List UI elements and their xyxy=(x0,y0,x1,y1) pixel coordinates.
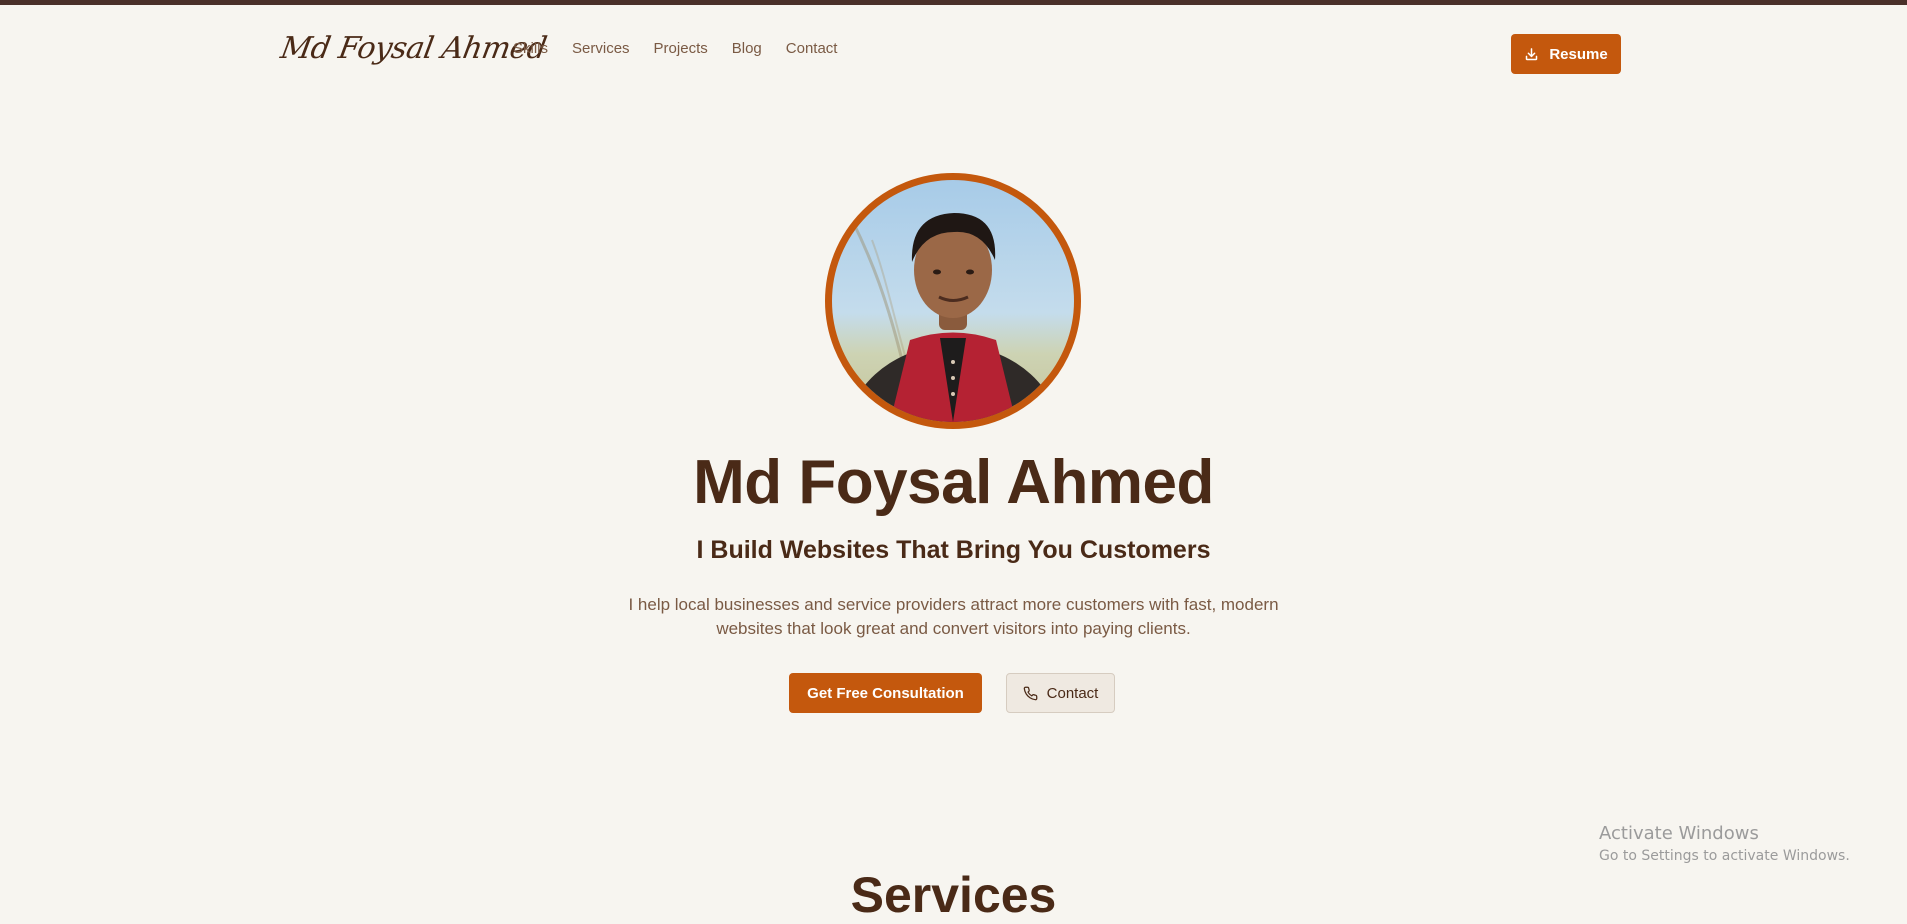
watermark-title: Activate Windows xyxy=(1599,823,1759,844)
nav-link-contact[interactable]: Contact xyxy=(786,40,838,57)
services-section-heading: Services xyxy=(850,867,1057,923)
nav-link-blog[interactable]: Blog xyxy=(732,40,762,57)
site-header: Md Foysal Ahmed Skills Services Projects… xyxy=(0,5,1907,93)
resume-button-label: Resume xyxy=(1549,45,1608,63)
contact-button[interactable]: Contact xyxy=(1006,673,1115,713)
hero-description: I help local businesses and service prov… xyxy=(628,595,1279,638)
nav-link-services[interactable]: Services xyxy=(572,40,630,57)
windows-activation-watermark: Activate Windows Go to Settings to activ… xyxy=(1599,823,1850,864)
phone-icon xyxy=(1023,686,1038,700)
hero-name: Md Foysal Ahmed xyxy=(693,448,1214,517)
resume-button[interactable]: Resume xyxy=(1511,34,1621,74)
site-logo[interactable]: Md Foysal Ahmed xyxy=(278,31,549,66)
contact-button-label: Contact xyxy=(1046,684,1099,702)
nav-link-projects[interactable]: Projects xyxy=(654,40,708,57)
profile-photo xyxy=(845,213,1061,422)
hero-tagline: I Build Websites That Bring You Customer… xyxy=(696,536,1211,564)
main-nav: Skills Services Projects Blog Contact xyxy=(513,40,837,57)
watermark-subtitle: Go to Settings to activate Windows. xyxy=(1599,848,1850,864)
profile-avatar xyxy=(825,173,1081,429)
get-free-consultation-button[interactable]: Get Free Consultation xyxy=(789,673,982,713)
download-icon xyxy=(1526,47,1538,60)
nav-link-skills[interactable]: Skills xyxy=(513,40,548,57)
